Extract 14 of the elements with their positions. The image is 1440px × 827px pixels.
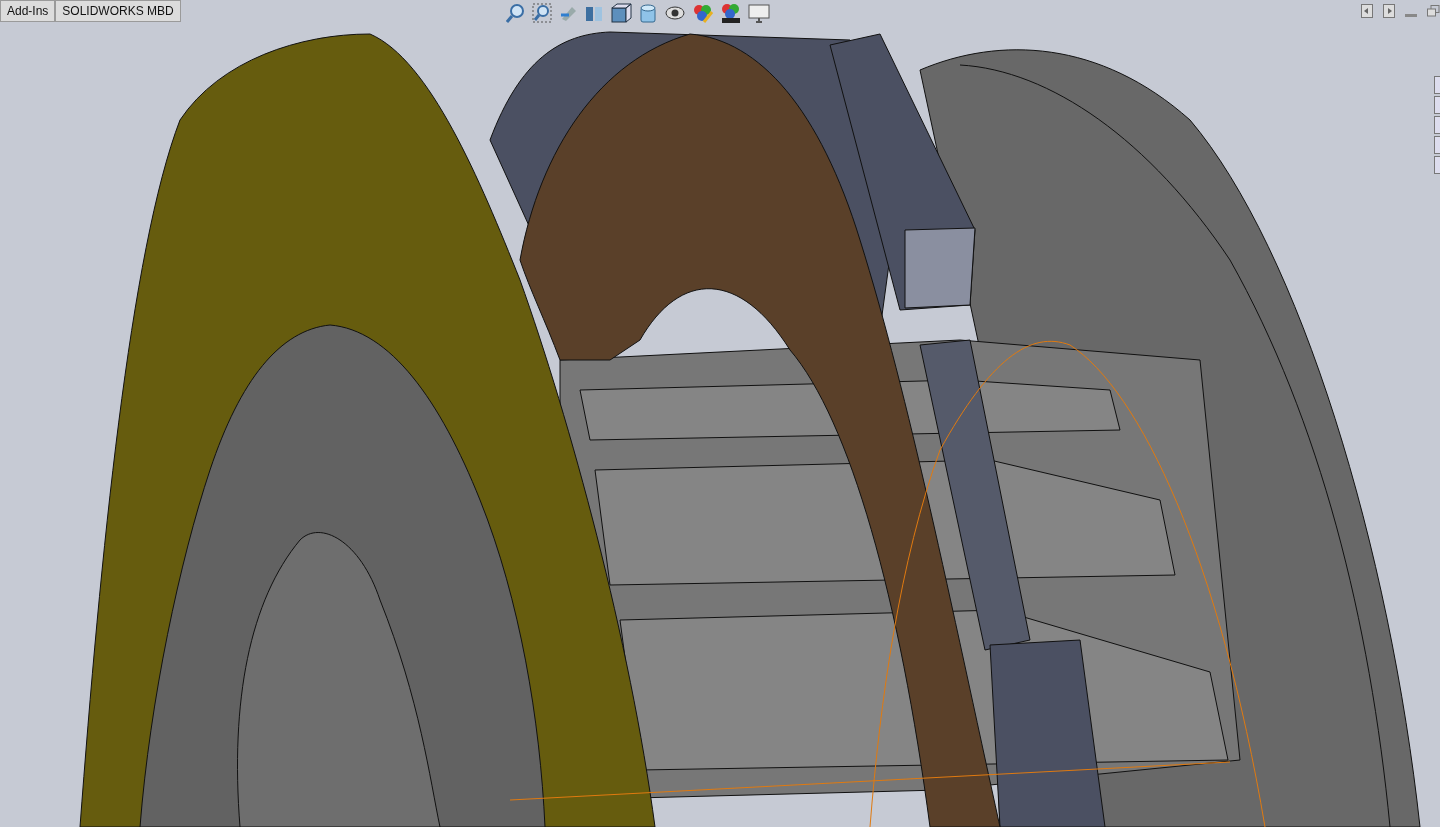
panel-left-icon[interactable] xyxy=(1361,4,1373,18)
task-pane-tab[interactable] xyxy=(1434,156,1440,174)
monitor-icon[interactable] xyxy=(748,3,770,23)
panel-right-icon[interactable] xyxy=(1383,4,1395,18)
task-pane-tab[interactable] xyxy=(1434,116,1440,134)
ribbon-tab[interactable]: Add-Ins xyxy=(0,0,56,22)
task-pane-tab[interactable] xyxy=(1434,76,1440,94)
zoom-to-area-icon[interactable] xyxy=(532,3,552,23)
task-pane-tab[interactable] xyxy=(1434,136,1440,154)
eye-icon[interactable] xyxy=(664,4,686,22)
zoom-to-fit-icon[interactable] xyxy=(506,3,526,23)
task-pane-tab[interactable] xyxy=(1434,96,1440,114)
restore-icon[interactable] xyxy=(1427,5,1440,17)
ribbon-tab[interactable]: SOLIDWORKS MBD xyxy=(55,0,181,22)
